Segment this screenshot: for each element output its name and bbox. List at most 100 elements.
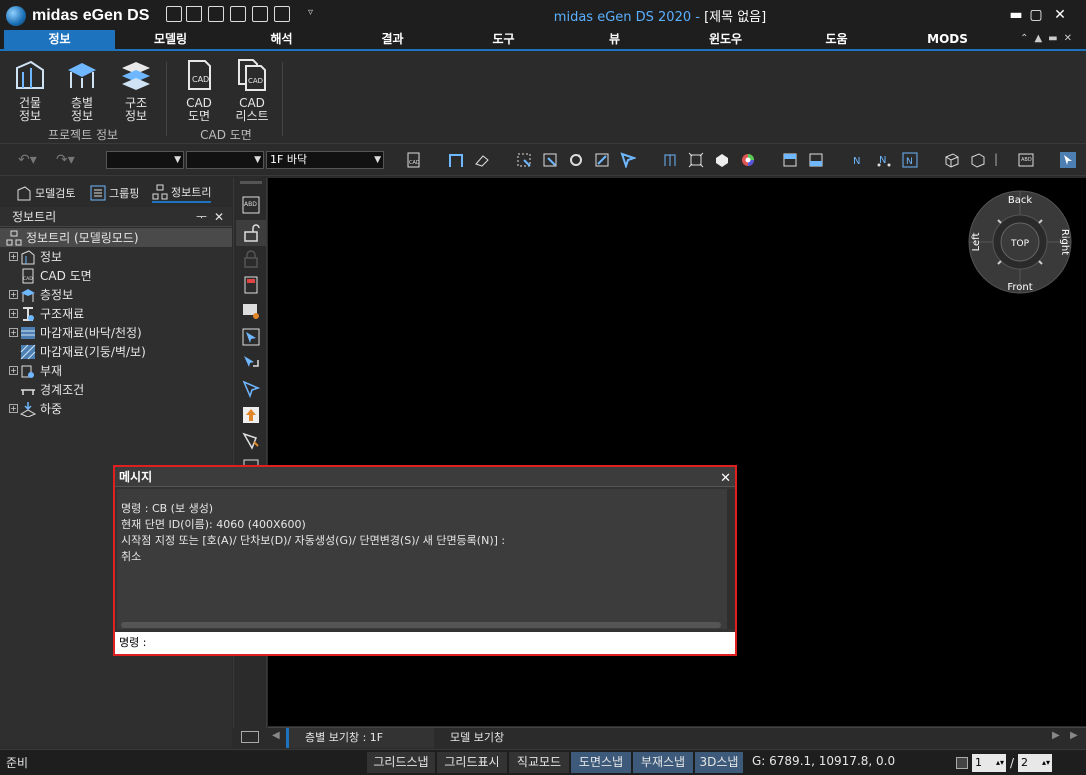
spinner-icon[interactable]: ▴▾ [996,754,1004,772]
node-icon[interactable]: N [850,152,866,168]
view-top-icon[interactable] [782,152,798,168]
menu-results[interactable]: 결과 [337,30,448,49]
layer-combo[interactable]: ▼ [106,151,184,169]
select-all-icon[interactable] [594,152,610,168]
floor-info-button[interactable]: 층별 정보 [60,56,104,124]
screen-settings-icon[interactable] [242,302,260,320]
maximize-button[interactable]: ▢ [1026,5,1046,25]
view-cube-top[interactable]: TOP [1010,239,1030,249]
pointer-arrow-icon[interactable] [242,354,260,372]
node-connect-icon[interactable]: N [876,152,892,168]
grid-display-toggle[interactable]: 그리드표시 [437,752,507,773]
tree-item-load[interactable]: + 하중 [0,399,232,418]
expand-icon[interactable]: + [9,252,18,261]
lock-icon[interactable] [242,250,260,268]
expand-icon[interactable]: + [9,309,18,318]
move-icon[interactable] [242,406,260,424]
new-file-icon[interactable] [166,6,182,22]
vertical-scrollbar[interactable] [727,489,735,629]
view-cube-right[interactable]: Right [1059,229,1070,255]
menu-help[interactable]: 도움 [781,30,892,49]
page-current-input[interactable]: 1 ▴▾ [972,754,1006,772]
calculator-icon[interactable] [242,276,260,294]
pin-icon[interactable]: ᅮ [196,207,207,227]
menu-analysis[interactable]: 해석 [226,30,337,49]
section-combo[interactable]: ▼ [186,151,264,169]
view-cube-back[interactable]: Back [1008,195,1032,206]
expand-icon[interactable]: + [9,328,18,337]
minimize-button[interactable]: ▬ [1006,5,1026,25]
select-pointer-icon[interactable] [620,152,636,168]
tree-root[interactable]: 정보트리 (모델링모드) [0,228,232,247]
message-dialog-header[interactable]: 메시지 ✕ [115,467,735,487]
tab-info-tree[interactable]: 정보트리 [152,183,212,203]
open-file-icon[interactable] [186,6,202,22]
wire-view-icon[interactable] [970,152,986,168]
color-wheel-icon[interactable] [740,152,756,168]
iso-view-icon[interactable] [944,152,960,168]
command-input[interactable]: 명령 : [115,632,735,654]
tree-item-structure-material[interactable]: + 구조재료 [0,304,232,323]
redo-icon[interactable]: ↷▾ [56,152,75,168]
building-info-button[interactable]: 건물 정보 [8,56,52,124]
tab-grouping[interactable]: 그룹핑 [90,183,139,203]
close-window-button[interactable]: ✕ [1050,5,1070,25]
view-bottom-icon[interactable] [808,152,824,168]
tab-model-view[interactable]: 모델 보기창 [434,728,554,748]
tree-item-finish-wall[interactable]: 마감재료(기둥/벽/보) [0,342,232,361]
menu-modeling[interactable]: 모델링 [115,30,226,49]
undo-icon[interactable]: ↶▾ [18,152,37,168]
grid-snap-toggle[interactable]: 그리드스냅 [367,752,435,773]
expand-icon[interactable]: + [9,290,18,299]
select-arrow-icon[interactable] [242,328,260,346]
cut-icon[interactable] [242,432,260,450]
tree-item-member[interactable]: + 부재 [0,361,232,380]
tree-item-info[interactable]: + 정보 [0,247,232,266]
attribute-view-icon[interactable]: ABD [1018,152,1034,168]
tab-scroll-right-icon[interactable]: ▶ [1052,730,1060,741]
select-polygon-icon[interactable] [542,152,558,168]
tab-scroll-left-icon[interactable]: ◀ [272,730,280,741]
page-total-input[interactable]: 2 ▴▾ [1018,754,1053,772]
eraser-icon[interactable] [474,152,490,168]
select-window-icon[interactable] [516,152,532,168]
unlock-icon[interactable] [242,224,260,242]
attribute-icon[interactable] [274,6,290,22]
ribbon-controls[interactable]: ⌃▲▬✕ [1020,33,1078,44]
pointer-icon[interactable] [1060,152,1076,168]
view-cube[interactable]: TOP Back Front Left Right [968,190,1072,294]
ortho-mode-toggle[interactable]: 직교모드 [509,752,569,773]
menu-tools[interactable]: 도구 [448,30,559,49]
tree-item-floor[interactable]: + 층정보 [0,285,232,304]
refresh-icon[interactable] [568,152,584,168]
toolbar-grip[interactable] [240,181,262,184]
print-icon[interactable] [230,6,246,22]
view-cube-left[interactable]: Left [971,233,982,252]
save-icon[interactable] [208,6,224,22]
tree-item-finish-floor[interactable]: + 마감재료(바닥/천정) [0,323,232,342]
cad-drawing-button[interactable]: CAD CAD 도면 [177,56,221,124]
print-preview-icon[interactable] [252,6,268,22]
tree-item-boundary[interactable]: 경계조건 [0,380,232,399]
select-polyline-icon[interactable] [242,380,260,398]
structure-info-button[interactable]: 구조 정보 [114,56,158,124]
panel-toggle-icon[interactable] [241,731,259,743]
spinner-icon[interactable]: ▴▾ [1042,754,1050,772]
cad-list-button[interactable]: CAD CAD 리스트 [230,56,274,124]
grid-axis-icon[interactable] [662,152,678,168]
tab-scroll-end-icon[interactable]: ▶ [1070,730,1078,741]
member-snap-toggle[interactable]: 부재스냅 [633,752,693,773]
node-box-icon[interactable]: N [902,152,918,168]
zoom-fit-icon[interactable] [688,152,704,168]
3d-snap-toggle[interactable]: 3D스냅 [695,752,743,773]
close-icon[interactable]: ✕ [214,207,224,227]
tab-model-review[interactable]: 모델검토 [16,183,75,203]
close-icon[interactable]: ✕ [720,469,731,489]
horizontal-scrollbar[interactable] [121,622,721,628]
attribute-icon[interactable]: ABD [242,196,260,214]
tree-item-cad[interactable]: CAD CAD 도면 [0,266,232,285]
expand-icon[interactable]: + [9,366,18,375]
drawing-snap-toggle[interactable]: 도면스냅 [571,752,631,773]
page-checkbox[interactable] [956,757,968,769]
frame-icon[interactable] [448,152,464,168]
